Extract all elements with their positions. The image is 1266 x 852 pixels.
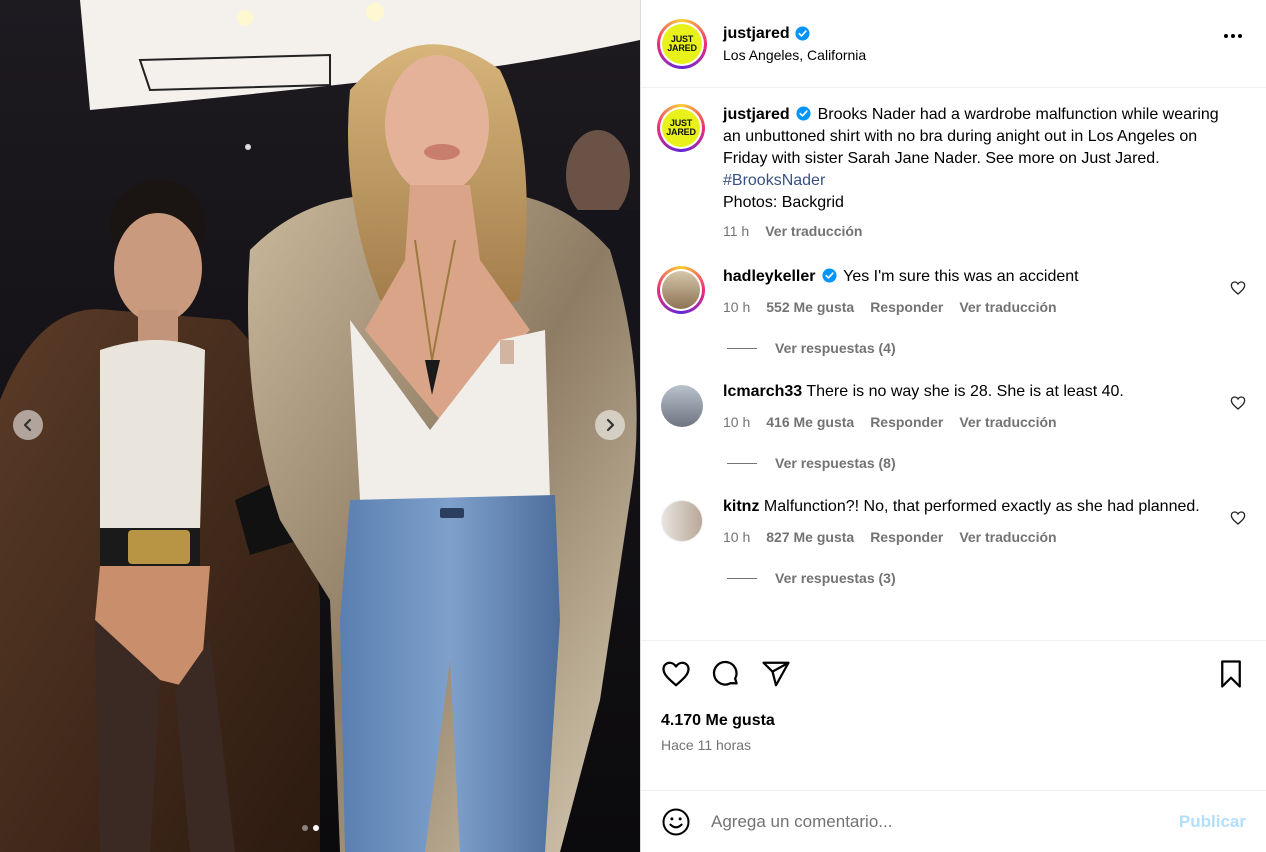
just-jared-logo: JUST JARED [662, 109, 700, 147]
comment-likes[interactable]: 416 Me gusta [766, 411, 854, 433]
like-comment-heart-icon[interactable] [1230, 395, 1246, 411]
post-photo [0, 0, 640, 852]
verified-badge-icon [796, 106, 811, 121]
post-location[interactable]: Los Angeles, California [723, 47, 866, 63]
verified-badge-icon [795, 26, 810, 41]
author-avatar[interactable]: JUST JARED [657, 18, 707, 69]
caption-time: 11 h [723, 223, 750, 239]
post-header: JUST JARED justjared Los Angeles, Califor… [641, 0, 1266, 88]
reply-button[interactable]: Responder [870, 296, 943, 318]
chevron-left-icon [23, 418, 32, 432]
comment: kitnz Malfunction?! No, that performed e… [657, 496, 1250, 548]
post-side-panel: JUST JARED justjared Los Angeles, Califor… [640, 0, 1266, 852]
more-options-button[interactable] [1224, 34, 1242, 38]
chevron-right-icon [606, 418, 615, 432]
carousel-prev-button[interactable] [13, 410, 43, 440]
comment-composer: Publicar [641, 790, 1266, 852]
comments-list[interactable]: JUST JARED justjared Brooks Nader had a w… [641, 88, 1266, 640]
comment-username[interactable]: hadleykeller [723, 268, 816, 285]
photo-illustration [0, 0, 640, 852]
reply-button[interactable]: Responder [870, 411, 943, 433]
share-paper-plane-icon[interactable] [761, 659, 791, 689]
like-heart-icon[interactable] [661, 659, 691, 689]
translate-link[interactable]: Ver traducción [959, 411, 1056, 433]
carousel-indicator [302, 825, 319, 831]
view-replies-button[interactable]: Ver respuestas (4) [727, 340, 1250, 356]
like-comment-heart-icon[interactable] [1230, 280, 1246, 296]
comment-input[interactable] [711, 811, 1131, 832]
save-bookmark-icon[interactable] [1216, 659, 1246, 689]
comment-bubble-icon[interactable] [711, 659, 741, 689]
comment: hadleykeller Yes I'm sure this was an ac… [657, 266, 1250, 318]
photo-credit: Photos: Backgrid [723, 194, 844, 211]
carousel-dot-active [313, 825, 319, 831]
view-replies-button[interactable]: Ver respuestas (3) [727, 570, 1250, 586]
comment-text: There is no way she is 28. She is at lea… [806, 383, 1124, 400]
comment-likes[interactable]: 552 Me gusta [766, 296, 854, 318]
comment-avatar[interactable] [661, 500, 703, 542]
caption: JUST JARED justjared Brooks Nader had a w… [657, 104, 1250, 242]
carousel-dot [302, 825, 308, 831]
like-comment-heart-icon[interactable] [1230, 510, 1246, 526]
emoji-icon[interactable] [661, 807, 691, 837]
caption-username[interactable]: justjared [723, 106, 790, 123]
comment-avatar[interactable] [657, 266, 705, 314]
comment-time: 10 h [723, 414, 751, 430]
verified-badge-icon [822, 268, 837, 283]
comment-username[interactable]: kitnz [723, 498, 759, 515]
post-like-count[interactable]: 4.170 Me gusta [661, 712, 775, 730]
view-replies-button[interactable]: Ver respuestas (8) [727, 455, 1250, 471]
carousel-next-button[interactable] [595, 410, 625, 440]
comment-username[interactable]: lcmarch33 [723, 383, 802, 400]
publish-button[interactable]: Publicar [1179, 812, 1246, 832]
comment-text: Malfunction?! No, that performed exactly… [763, 498, 1200, 515]
post-timestamp: Hace 11 horas [661, 737, 752, 753]
comment-likes[interactable]: 827 Me gusta [766, 526, 854, 548]
author-username[interactable]: justjared [723, 25, 810, 43]
comment-avatar[interactable] [661, 385, 703, 427]
just-jared-logo: JUST JARED [662, 23, 702, 64]
translate-link[interactable]: Ver traducción [959, 296, 1056, 318]
comment-time: 10 h [723, 299, 751, 315]
post-actions: 4.170 Me gusta Hace 11 horas [641, 640, 1266, 790]
hashtag-link[interactable]: #BrooksNader [723, 170, 1231, 192]
comment-time: 10 h [723, 529, 751, 545]
caption-translate-link[interactable]: Ver traducción [765, 220, 862, 242]
comment: lcmarch33 There is no way she is 28. She… [657, 381, 1250, 433]
caption-avatar[interactable]: JUST JARED [657, 104, 705, 152]
reply-button[interactable]: Responder [870, 526, 943, 548]
comment-text: Yes I'm sure this was an accident [843, 268, 1079, 285]
instagram-post-modal: JUST JARED justjared Los Angeles, Califor… [0, 0, 1266, 852]
translate-link[interactable]: Ver traducción [959, 526, 1056, 548]
